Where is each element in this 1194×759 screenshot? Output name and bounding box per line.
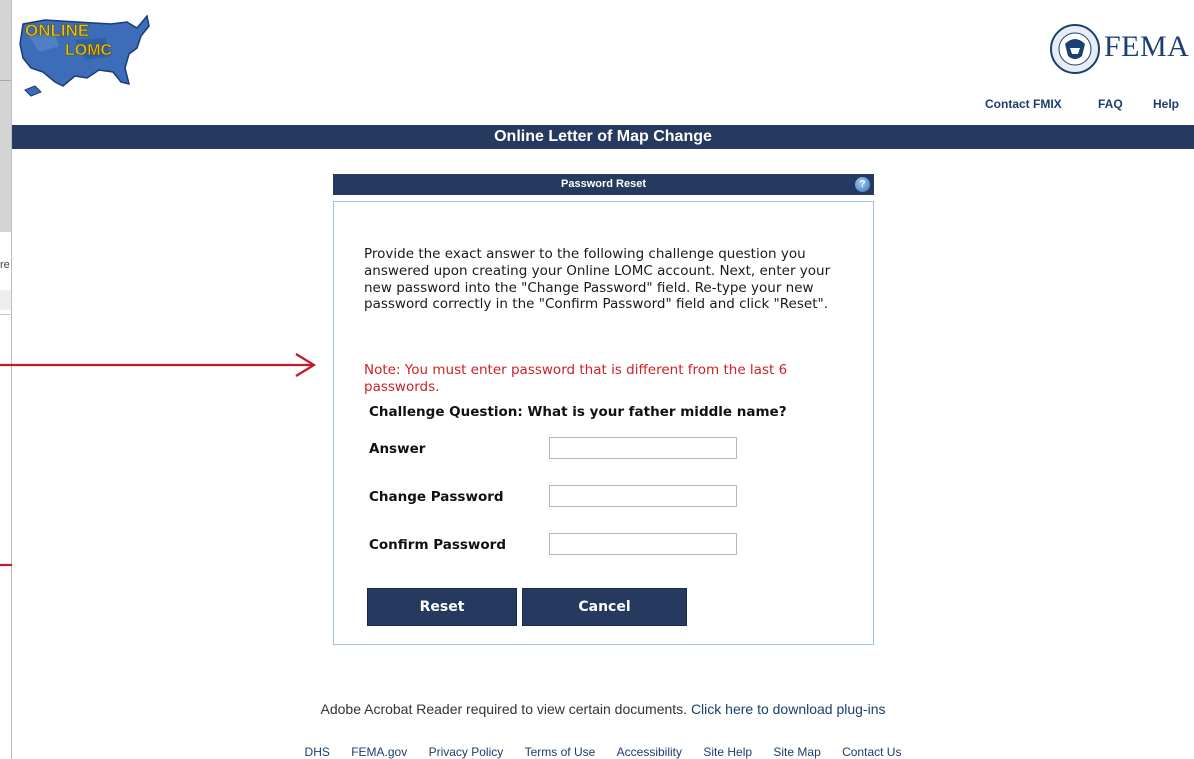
panel-header: Password Reset ? [333,174,874,195]
logo-text-lomc: LOMC [65,42,113,59]
panel-title: Password Reset [561,178,646,190]
cancel-button[interactable]: Cancel [522,588,687,626]
password-reset-panel: Provide the exact answer to the followin… [333,201,874,645]
answer-input[interactable] [549,437,737,459]
footer-link-site-help[interactable]: Site Help [703,745,752,759]
nav-faq[interactable]: FAQ [1098,97,1123,111]
footer-link-terms-of-use[interactable]: Terms of Use [525,745,596,759]
challenge-question: Challenge Question: What is your father … [369,404,787,420]
adjacent-row [0,290,11,310]
online-lomc-logo[interactable]: ONLINE LOMC [15,6,155,98]
adjacent-text-fragment: re [0,259,10,271]
instructions-text: Provide the exact answer to the followin… [364,246,831,313]
footer-link-accessibility[interactable]: Accessibility [617,745,682,759]
nav-contact-fmix[interactable]: Contact FMIX [985,97,1062,111]
footer-link-privacy-policy[interactable]: Privacy Policy [429,745,504,759]
answer-label: Answer [369,441,426,457]
adjacent-divider [0,80,11,81]
footer-link-contact-us[interactable]: Contact Us [842,745,901,759]
confirm-password-label: Confirm Password [369,537,507,553]
page-title-bar: Online Letter of Map Change [12,125,1194,149]
reset-button[interactable]: Reset [367,588,517,626]
acrobat-text: Adobe Acrobat Reader required to view ce… [320,701,688,717]
fema-wordmark: FEMA [1104,30,1190,63]
logo-text-online: ONLINE [25,21,89,40]
annotation-arrows [0,353,317,567]
adjacent-divider-2 [0,314,11,315]
footer-links: DHS FEMA.gov Privacy Policy Terms of Use… [0,745,1194,759]
footer-link-dhs[interactable]: DHS [305,745,330,759]
change-password-input[interactable] [549,485,737,507]
acrobat-notice: Adobe Acrobat Reader required to view ce… [0,701,1194,717]
footer-link-fema-gov[interactable]: FEMA.gov [351,745,407,759]
adjacent-panel [0,0,11,232]
download-plugins-link[interactable]: Click here to download plug-ins [691,701,886,717]
help-icon[interactable]: ? [855,177,870,192]
confirm-password-input[interactable] [549,533,737,555]
nav-help[interactable]: Help [1153,97,1179,111]
footer-link-site-map[interactable]: Site Map [773,745,820,759]
change-password-label: Change Password [369,489,504,505]
password-history-note: Note: You must enter password that is di… [364,362,788,395]
